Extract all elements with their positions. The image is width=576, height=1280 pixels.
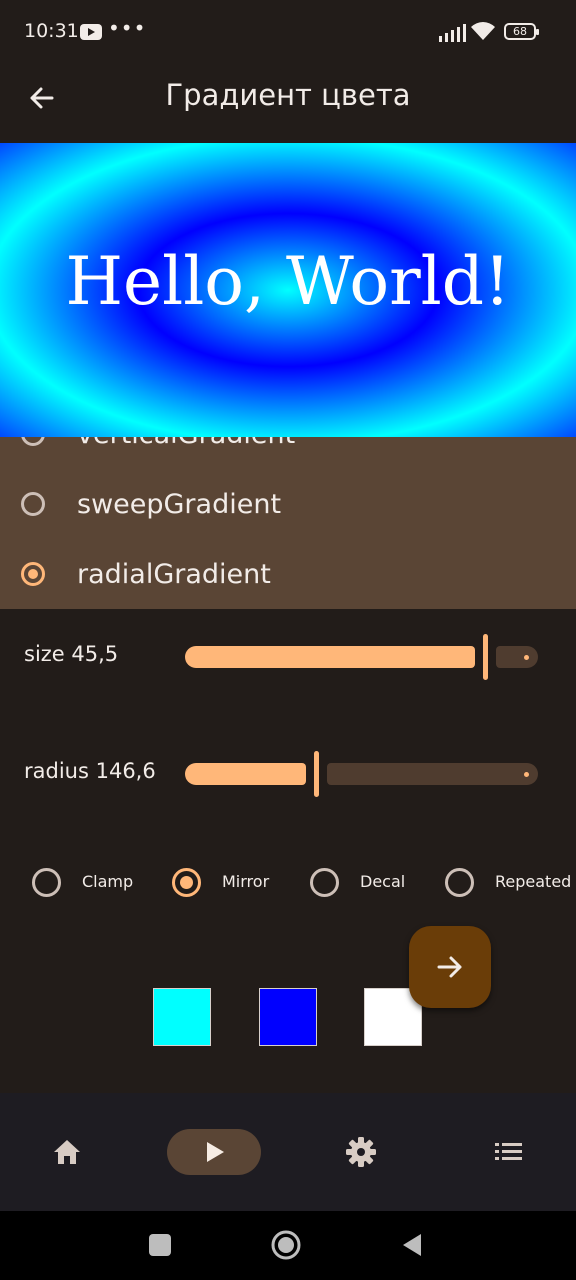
tile-mode-group: Clamp Mirror Decal Repeated: [0, 860, 576, 904]
radius-label: radius 146,6: [24, 759, 156, 783]
option-label: sweepGradient: [77, 489, 282, 520]
radio-button[interactable]: [445, 868, 474, 897]
option-radial-gradient[interactable]: radialGradient: [0, 546, 576, 606]
play-icon[interactable]: [197, 1129, 231, 1175]
top-app-bar: Градиент цвета: [0, 62, 576, 142]
radio-button[interactable]: [310, 868, 339, 897]
arrow-forward-icon: [437, 956, 462, 978]
option-vertical-gradient[interactable]: verticalGradient: [0, 437, 576, 466]
size-slider-row: size 45,5: [0, 626, 576, 686]
tile-mode-mirror[interactable]: Mirror: [172, 860, 282, 904]
radio-button-selected[interactable]: [172, 868, 201, 897]
color-swatch-blue[interactable]: [259, 988, 317, 1046]
preview-text: Hello, World!: [65, 243, 511, 320]
tile-mode-label: Decal: [360, 872, 406, 891]
next-fab-button[interactable]: [409, 926, 491, 1008]
gradient-preview: Hello, World!: [0, 143, 576, 437]
slider-active-track: [185, 763, 306, 785]
tile-mode-label: Mirror: [222, 872, 270, 891]
battery-icon: 68: [504, 23, 539, 40]
option-label: radialGradient: [77, 559, 271, 590]
radius-slider[interactable]: [185, 751, 538, 797]
settings-gear-icon[interactable]: [344, 1129, 378, 1175]
slider-inactive-track: [496, 646, 538, 668]
wifi-icon: [471, 22, 495, 40]
option-sweep-gradient[interactable]: sweepGradient: [0, 476, 576, 536]
radio-button-selected[interactable]: [21, 562, 45, 586]
system-navigation-bar: [0, 1211, 576, 1280]
tile-mode-clamp[interactable]: Clamp: [32, 860, 142, 904]
home-circle-icon[interactable]: [270, 1229, 302, 1261]
slider-thumb[interactable]: [314, 751, 319, 797]
battery-level: 68: [513, 25, 527, 38]
tile-mode-decal[interactable]: Decal: [310, 860, 420, 904]
slider-active-track: [185, 646, 475, 668]
status-bar: 10:31 ••• 68: [0, 0, 576, 62]
back-triangle-icon[interactable]: [400, 1232, 424, 1258]
gradient-type-list: verticalGradient sweepGradient radialGra…: [0, 437, 576, 609]
page-title: Градиент цвета: [165, 78, 411, 112]
radius-slider-row: radius 146,6: [0, 743, 576, 803]
radio-button[interactable]: [32, 868, 61, 897]
youtube-notification-icon: [80, 24, 102, 40]
size-slider[interactable]: [185, 634, 538, 680]
slider-inactive-track: [327, 763, 538, 785]
tile-mode-repeated[interactable]: Repeated: [445, 860, 572, 904]
list-icon[interactable]: [492, 1129, 526, 1175]
status-time: 10:31: [24, 20, 79, 42]
color-swatch-cyan[interactable]: [153, 988, 211, 1046]
bottom-navigation: [0, 1093, 576, 1211]
signal-icon: [439, 24, 466, 42]
size-label: size 45,5: [24, 642, 119, 666]
radio-button[interactable]: [21, 437, 45, 446]
home-icon[interactable]: [50, 1129, 84, 1175]
option-label: verticalGradient: [77, 437, 295, 450]
tile-mode-label: Repeated: [495, 872, 572, 891]
tile-mode-label: Clamp: [82, 872, 134, 891]
more-notifications-icon: •••: [108, 16, 147, 40]
recents-square-icon[interactable]: [148, 1233, 172, 1257]
slider-thumb[interactable]: [483, 634, 488, 680]
radio-button[interactable]: [21, 492, 45, 516]
